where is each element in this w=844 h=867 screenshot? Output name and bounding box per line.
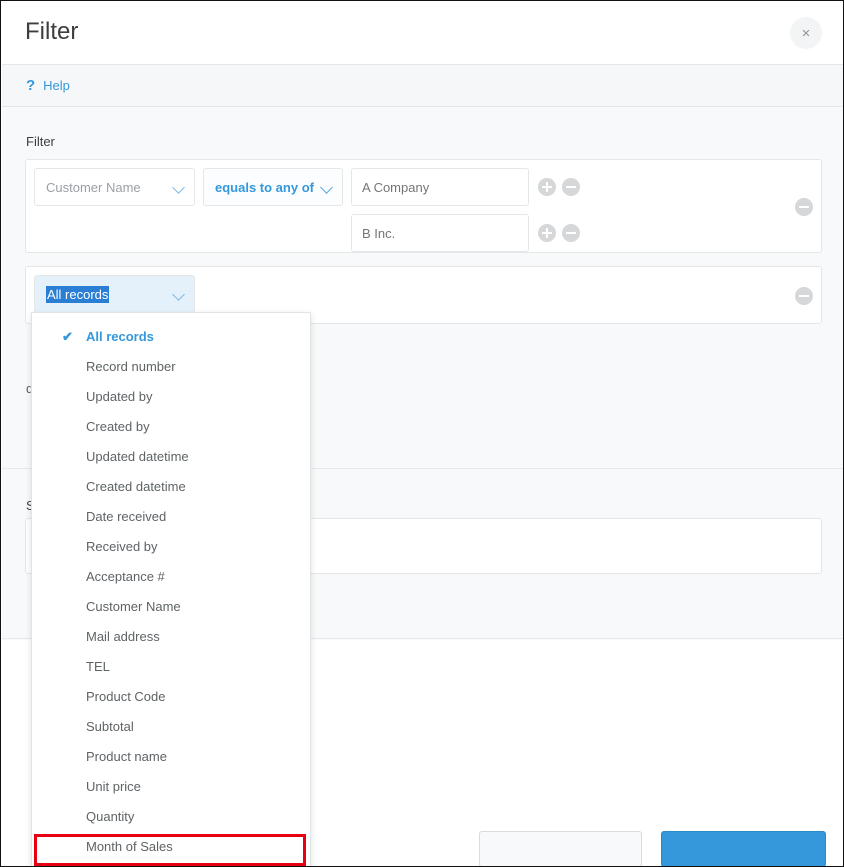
- chevron-down-icon: [173, 181, 186, 194]
- dropdown-item-label: Product name: [86, 749, 167, 764]
- dropdown-item[interactable]: Quantity: [32, 802, 310, 832]
- chevron-down-icon: [321, 181, 334, 194]
- dropdown-item-label: TEL: [86, 659, 110, 674]
- filter-section-label: Filter: [26, 134, 55, 149]
- dropdown-item-label: Mail address: [86, 629, 160, 644]
- remove-condition-row-icon[interactable]: [795, 198, 813, 216]
- dropdown-item[interactable]: Product name: [32, 742, 310, 772]
- value-input-1[interactable]: [351, 168, 529, 206]
- dropdown-item[interactable]: ✔ All records: [32, 322, 310, 352]
- add-value-icon[interactable]: [538, 178, 556, 196]
- dropdown-item[interactable]: TEL: [32, 652, 310, 682]
- dropdown-item[interactable]: Created datetime: [32, 472, 310, 502]
- dropdown-item[interactable]: Acceptance #: [32, 562, 310, 592]
- field-dropdown-menu: ✔ All records Record number Updated by Creat…: [31, 312, 311, 867]
- dropdown-item[interactable]: Updated by: [32, 382, 310, 412]
- dropdown-item-label: All records: [86, 329, 154, 344]
- remove-value-icon[interactable]: [562, 178, 580, 196]
- dropdown-item-label: Customer Name: [86, 599, 181, 614]
- dropdown-item[interactable]: Mail address: [32, 622, 310, 652]
- dropdown-item-label: Record number: [86, 359, 176, 374]
- dropdown-item-label: Updated by: [86, 389, 153, 404]
- page-title: Filter: [25, 18, 78, 46]
- close-icon: ×: [802, 26, 811, 41]
- filter-dialog: Filter × ? Help Filter Customer Name equ…: [0, 0, 844, 867]
- field-select-label: All records: [46, 286, 109, 303]
- operator-select[interactable]: equals to any of: [203, 168, 343, 206]
- dropdown-item[interactable]: Created by: [32, 412, 310, 442]
- dropdown-item[interactable]: Received by: [32, 532, 310, 562]
- field-select-all-records[interactable]: All records: [34, 275, 195, 313]
- help-link[interactable]: Help: [43, 78, 70, 93]
- dropdown-item[interactable]: Date received: [32, 502, 310, 532]
- dropdown-item-label: Created by: [86, 419, 150, 434]
- dropdown-item-label: Subtotal: [86, 719, 134, 734]
- condition-row: Customer Name equals to any of: [25, 159, 822, 253]
- dropdown-item[interactable]: Product Code: [32, 682, 310, 712]
- field-select-label: Customer Name: [46, 180, 167, 195]
- dialog-titlebar: Filter ×: [2, 2, 844, 65]
- dropdown-item-label: Updated datetime: [86, 449, 189, 464]
- field-select-customer-name[interactable]: Customer Name: [34, 168, 195, 206]
- value-input-2[interactable]: [351, 214, 529, 252]
- dropdown-item-label: Received by: [86, 539, 158, 554]
- chevron-down-icon: [173, 288, 186, 301]
- close-button[interactable]: ×: [790, 17, 822, 49]
- help-bar: ? Help: [2, 65, 844, 107]
- dropdown-item[interactable]: Record number: [32, 352, 310, 382]
- dropdown-item-label: Acceptance #: [86, 569, 165, 584]
- remove-value-icon[interactable]: [562, 224, 580, 242]
- dropdown-item[interactable]: Customer Name: [32, 592, 310, 622]
- add-value-icon[interactable]: [538, 224, 556, 242]
- dropdown-item-label: Product Code: [86, 689, 166, 704]
- question-mark-icon: ?: [26, 78, 35, 93]
- operator-select-label: equals to any of: [215, 180, 315, 195]
- dropdown-item-label: Date received: [86, 509, 166, 524]
- apply-button[interactable]: [661, 831, 826, 867]
- dropdown-item[interactable]: Month of Sales: [32, 832, 310, 862]
- remove-condition-row-icon[interactable]: [795, 287, 813, 305]
- dropdown-item-label: Created datetime: [86, 479, 186, 494]
- dropdown-item[interactable]: Updated datetime: [32, 442, 310, 472]
- dropdown-item-label: Unit price: [86, 779, 141, 794]
- cancel-button[interactable]: [479, 831, 642, 867]
- dropdown-item-label: Month of Sales: [86, 839, 173, 854]
- dropdown-item[interactable]: Unit price: [32, 772, 310, 802]
- dropdown-item-label: Quantity: [86, 809, 134, 824]
- dropdown-item[interactable]: Subtotal: [32, 712, 310, 742]
- check-icon: ✔: [62, 322, 76, 352]
